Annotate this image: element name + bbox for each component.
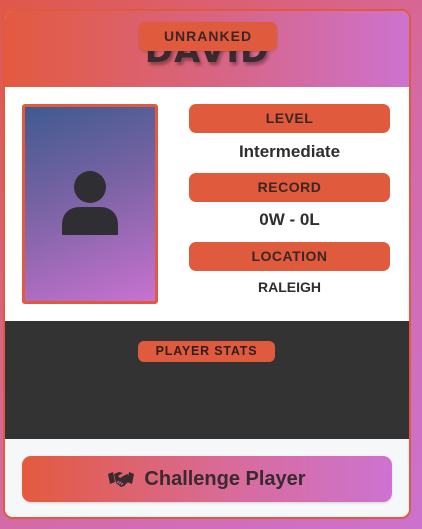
- avatar: [22, 104, 158, 304]
- player-stats-title: PLAYER STATS: [138, 341, 275, 362]
- card-footer: Challenge Player: [5, 439, 409, 517]
- player-card: DAVID UNRANKED LEVEL Intermediate RECORD…: [3, 9, 411, 519]
- user-icon: [62, 171, 118, 235]
- challenge-player-label: Challenge Player: [144, 467, 306, 490]
- location-label: LOCATION: [189, 242, 390, 271]
- location-value: RALEIGH: [258, 279, 321, 295]
- challenge-player-button[interactable]: Challenge Player: [22, 456, 392, 502]
- rank-badge: UNRANKED: [139, 22, 277, 51]
- card-header: DAVID UNRANKED: [5, 11, 409, 87]
- level-value: Intermediate: [238, 142, 341, 161]
- player-info: LEVEL Intermediate RECORD 0W - 0L LOCATI…: [5, 87, 409, 321]
- handshake-icon: [108, 472, 135, 487]
- level-label: LEVEL: [189, 104, 390, 133]
- record-value: 0W - 0L: [259, 210, 320, 229]
- player-stats-panel: PLAYER STATS: [5, 321, 409, 439]
- record-label: RECORD: [189, 173, 390, 202]
